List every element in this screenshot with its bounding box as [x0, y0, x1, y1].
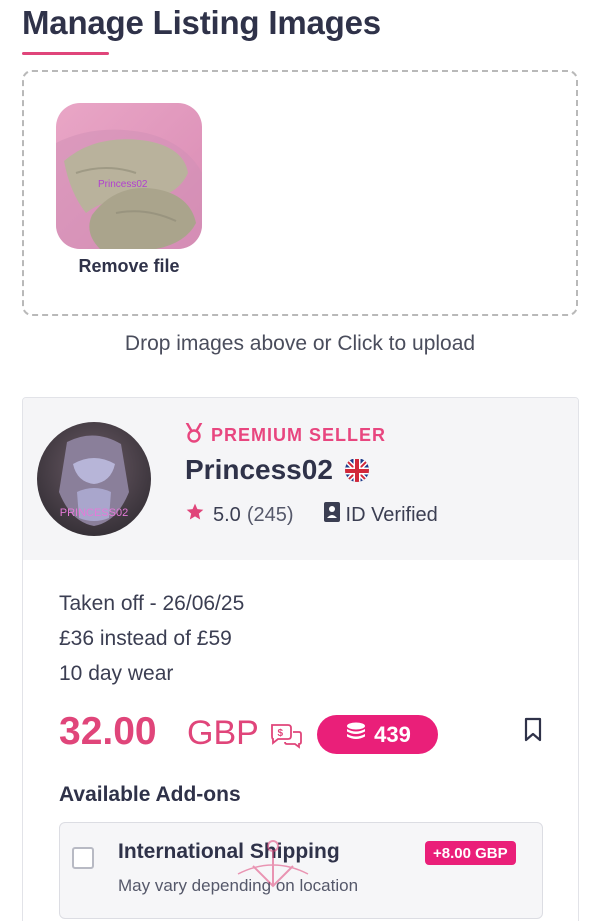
premium-seller-label: PREMIUM SELLER	[211, 425, 387, 445]
id-verified-badge: ID Verified	[323, 502, 438, 528]
avatar[interactable]: PRINCESS02	[37, 422, 151, 536]
premium-seller-badge: PREMIUM SELLER	[185, 421, 387, 448]
id-verified-label: ID Verified	[345, 503, 438, 526]
addon-price-badge: +8.00 GBP	[425, 841, 516, 865]
remove-file-link[interactable]: Remove file	[56, 256, 202, 277]
coins-icon	[344, 721, 368, 749]
addon-checkbox[interactable]	[72, 847, 94, 869]
listing-preview-card: PRINCESS02 PREMIUM SELLER Princess02 5.0…	[22, 397, 579, 921]
price-row: 32.00 GBP $ 439	[59, 710, 549, 760]
star-icon	[185, 502, 205, 528]
addon-item[interactable]: International Shipping May vary dependin…	[59, 822, 543, 919]
uk-flag-icon	[344, 458, 369, 482]
listing-image-thumbnail[interactable]: Princess02	[56, 103, 202, 249]
description-line: £36 instead of £59	[59, 627, 232, 650]
description-line: 10 day wear	[59, 662, 174, 685]
description-line: Taken off - 26/06/25	[59, 592, 245, 615]
bookmark-icon[interactable]	[523, 717, 543, 748]
thumbnail-watermark-text: Princess02	[98, 179, 148, 190]
currency-chat-icon[interactable]: $	[269, 722, 303, 755]
rating-value: 5.0	[213, 503, 241, 526]
drop-hint[interactable]: Drop images above or Click to upload	[0, 332, 600, 356]
listing-description: Taken off - 26/06/25 £36 instead of £59 …	[59, 586, 244, 691]
image-dropzone[interactable]: Princess02 Remove file	[22, 70, 578, 316]
review-count[interactable]: (245)	[247, 504, 294, 527]
seller-name-row: Princess02	[185, 454, 369, 486]
seller-name[interactable]: Princess02	[185, 454, 333, 486]
addons-title: Available Add-ons	[59, 783, 241, 806]
token-price-badge[interactable]: 439	[317, 715, 438, 754]
avatar-caption: PRINCESS02	[60, 507, 128, 519]
seller-header: PRINCESS02 PREMIUM SELLER Princess02 5.0…	[23, 398, 578, 560]
price-currency: GBP	[187, 714, 259, 752]
token-price-value: 439	[374, 721, 411, 747]
addon-subtitle: May vary depending on location	[118, 876, 359, 895]
rating-row: 5.0 (245) ID Verified	[185, 502, 438, 528]
medal-icon	[185, 421, 203, 448]
page-title: Manage Listing Images	[22, 4, 381, 41]
id-card-icon	[323, 502, 340, 528]
addon-name: International Shipping	[118, 840, 340, 863]
price-amount: 32.00	[59, 710, 157, 753]
svg-text:$: $	[278, 728, 284, 739]
title-underline	[22, 52, 109, 55]
